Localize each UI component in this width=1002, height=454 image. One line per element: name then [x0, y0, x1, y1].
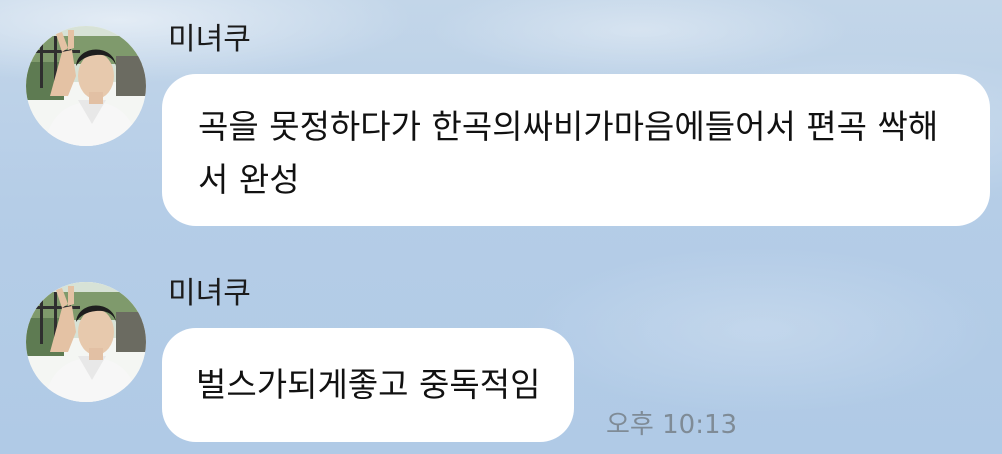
- avatar[interactable]: [26, 26, 146, 146]
- avatar-photo: [26, 282, 146, 402]
- message-text: 곡을 못정하다가 한곡의싸비가마음에들어서 편곡 싹해서 완성: [198, 107, 939, 199]
- message-text: 벌스가되게좋고 중독적임: [196, 365, 541, 404]
- message-timestamp: 오후 10:13: [606, 410, 738, 440]
- sender-name: 미녀쿠: [168, 276, 251, 311]
- sender-name: 미녀쿠: [168, 22, 251, 57]
- message-bubble[interactable]: 벌스가되게좋고 중독적임: [162, 328, 575, 442]
- message-bubble[interactable]: 곡을 못정하다가 한곡의싸비가마음에들어서 편곡 싹해서 완성: [162, 74, 990, 226]
- avatar-photo: [26, 26, 146, 146]
- avatar[interactable]: [26, 282, 146, 402]
- chat-thread: 미녀쿠 곡을 못정하다가 한곡의싸비가마음에들어서 편곡 싹해서 완성 미녀쿠 …: [0, 0, 1002, 454]
